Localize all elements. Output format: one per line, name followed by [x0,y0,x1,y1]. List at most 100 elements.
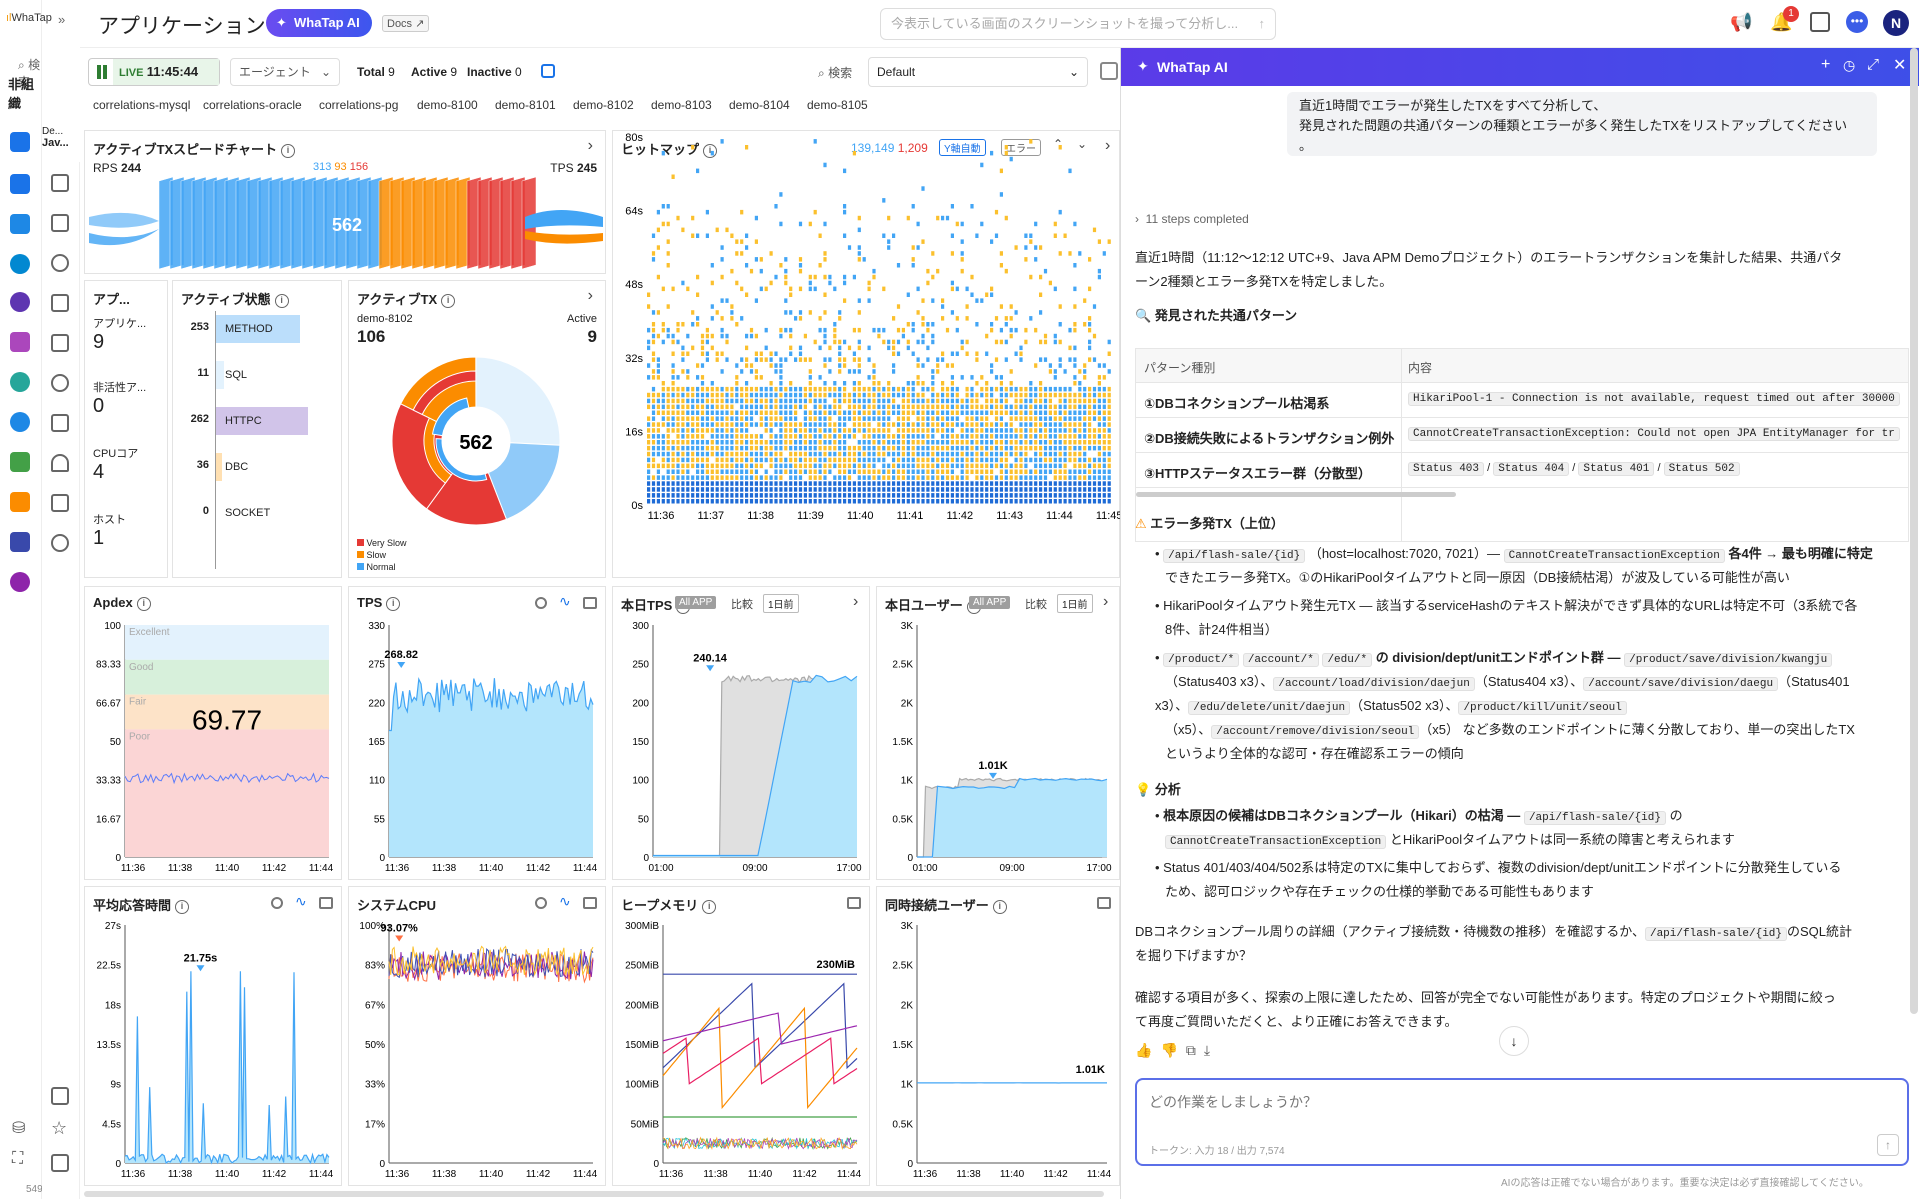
agent-select[interactable]: エージェント ⌄ [230,58,340,86]
whatap-ai-button[interactable]: ✦ WhaTap AI [266,9,372,37]
server-icon[interactable] [10,214,30,234]
history-icon[interactable]: ◷ [1843,57,1855,74]
compare-toggle[interactable]: 比較 [731,596,753,612]
speed-normal-count: 313 [313,161,332,173]
project-item[interactable]: correlations-oracle [203,98,302,112]
project-search[interactable]: ⌕ 検索 [818,64,852,81]
settings-icon[interactable] [535,897,547,909]
line-chart-icon[interactable]: ∿ [559,893,571,910]
log-icon[interactable] [10,332,30,352]
expand-icon[interactable]: ⤢ [1867,56,1879,73]
calendar-icon[interactable] [1810,12,1830,32]
image-icon[interactable] [847,897,861,909]
image-icon[interactable] [583,597,597,609]
network-icon[interactable] [10,372,30,392]
chat-icon[interactable]: ••• [1846,11,1868,33]
project-item[interactable]: correlations-mysql [93,98,190,112]
paint-icon[interactable]: ⛁ [12,1118,25,1138]
gauge-icon[interactable] [10,572,30,592]
layout-icon[interactable] [51,1154,69,1172]
info-icon[interactable]: i [274,293,289,308]
settings-icon[interactable] [535,597,547,609]
peak-label: 93.07% [381,922,419,934]
live-toggle[interactable]: LIVE 11:45:44 [88,58,220,86]
project-item[interactable]: demo-8104 [729,98,790,112]
cluster-icon[interactable] [10,492,30,512]
chart-icon[interactable] [51,214,69,232]
docs-link[interactable]: Docs ↗ [382,15,430,32]
line-chart-icon[interactable]: ∿ [559,593,571,610]
speed-icon[interactable] [51,374,69,392]
chat-input[interactable]: どの作業をしましょうか？ トークン: 入力 18 / 出力 7,574 ↑ [1135,1078,1909,1166]
settings-icon[interactable] [271,897,283,909]
save-icon[interactable] [1100,62,1118,80]
info-icon[interactable]: i [136,596,151,611]
download-icon[interactable]: ⤓ [1204,1042,1218,1058]
compare-toggle[interactable]: 比較 [1025,596,1047,612]
browser-icon[interactable] [10,452,30,472]
expand-icon[interactable]: » [58,12,65,27]
steps-toggle[interactable]: › 11 steps completed [1135,212,1249,226]
dashboard-scrollbar[interactable] [84,1191,1104,1197]
new-chat-icon[interactable]: + [1821,56,1830,74]
copy-icon[interactable]: ⧉ [1186,1042,1204,1058]
info-icon[interactable]: i [702,899,717,914]
chevron-right-icon[interactable]: › [853,593,858,611]
project-item[interactable]: demo-8102 [573,98,634,112]
panel-title-text: 平均応答時間 [93,898,172,913]
document-icon[interactable] [51,414,69,432]
megaphone-icon[interactable]: 📢 [1730,12,1752,33]
hitmap-panel: ヒットマップ i 139,149 1,209 Y軸自動 エラー ⌃ ⌄ › 80s… [612,130,1121,578]
period-select[interactable]: 1日前 [763,594,799,613]
report-icon[interactable] [51,294,69,312]
info-icon[interactable]: i [441,293,456,308]
brand-logo[interactable]: ılWhaTap [6,12,52,24]
app-icon[interactable] [10,132,30,152]
thumbs-down-icon[interactable]: 👎 [1160,1042,1185,1058]
project-label[interactable]: De... Jav... [42,126,80,160]
project-item[interactable]: correlations-pg [319,98,398,112]
project-item[interactable]: demo-8105 [807,98,868,112]
x-tick: 11:40 [215,1169,240,1180]
topology-icon[interactable] [51,254,69,272]
image-icon[interactable] [1097,897,1111,909]
home-icon[interactable] [51,1087,69,1105]
dashboard-icon[interactable] [51,174,69,192]
info-icon[interactable]: i [992,899,1007,914]
close-icon[interactable]: ✕ [1893,55,1906,75]
database-icon[interactable] [10,292,30,312]
info-icon[interactable]: i [386,596,401,611]
settings-icon[interactable] [51,534,69,552]
send-button[interactable]: ↑ [1877,1134,1899,1156]
project-item[interactable]: demo-8100 [417,98,478,112]
preset-select[interactable]: Default ⌄ [868,57,1088,87]
table-scrollbar[interactable] [1136,492,1456,497]
filter-icon[interactable] [541,64,555,78]
chevron-right-icon[interactable]: › [588,137,593,155]
period-select[interactable]: 1日前 [1057,594,1093,613]
chevron-right-icon[interactable]: › [588,287,593,305]
project-item[interactable]: demo-8103 [651,98,712,112]
bell-icon[interactable] [51,454,69,472]
line-chart-icon[interactable]: ∿ [295,893,307,910]
fullscreen-icon[interactable]: ⛶ [12,1150,23,1168]
code-icon[interactable] [10,174,30,194]
stats-icon[interactable] [51,334,69,352]
scroll-down-button[interactable]: ↓ [1499,1026,1529,1056]
cloud-icon[interactable] [10,412,30,432]
analysis-icon[interactable] [51,494,69,512]
chevron-right-icon[interactable]: › [1103,593,1108,611]
kubernetes-icon[interactable] [10,254,30,274]
avatar[interactable]: N [1883,10,1909,36]
screenshot-prompt-input[interactable]: 今表示している画面のスクリーンショットを撮って分析し... ↑ [880,8,1276,40]
project-item[interactable]: demo-8101 [495,98,556,112]
ai-scrollbar[interactable] [1910,48,1918,1014]
chip-icon[interactable] [10,532,30,552]
image-icon[interactable] [583,897,597,909]
info-icon[interactable]: i [175,899,190,914]
star-icon[interactable]: ☆ [51,1118,67,1139]
org-name[interactable]: 非組織 [8,74,41,112]
thumbs-up-icon[interactable]: 👍 [1135,1042,1160,1058]
image-icon[interactable] [319,897,333,909]
info-icon[interactable]: i [281,143,296,158]
